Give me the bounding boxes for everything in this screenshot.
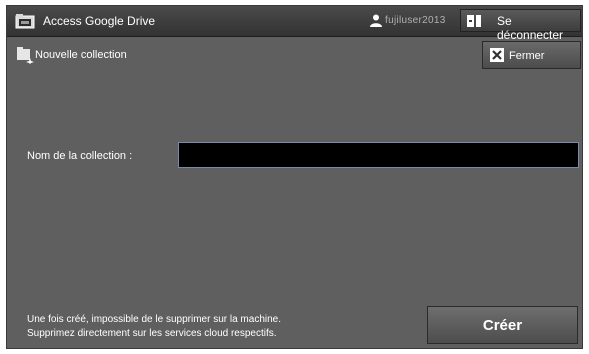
footer-note: Une fois créé, impossible de le supprime… (27, 313, 281, 341)
footer-note-line-1: Une fois créé, impossible de le supprime… (27, 314, 281, 325)
folder-computer-icon (15, 12, 35, 33)
logout-label: Se déconnecter (497, 14, 564, 42)
app-window: Access Google Drive fujiluser2013 Se déc… (6, 5, 583, 349)
logout-button[interactable]: Se déconnecter (460, 9, 581, 42)
title-bar: Access Google Drive fujiluser2013 Se déc… (7, 6, 582, 42)
collection-name-input[interactable] (178, 142, 579, 168)
page-title: Nouvelle collection (35, 49, 127, 61)
user-name: fujiluser2013 (385, 15, 446, 26)
close-label: Fermer (509, 50, 545, 62)
new-folder-icon (16, 46, 34, 67)
app-title: Access Google Drive (43, 14, 156, 28)
logout-icon (467, 15, 483, 30)
collection-name-label: Nom de la collection : (27, 150, 133, 162)
create-button[interactable]: Créer (427, 306, 578, 344)
sub-header: Nouvelle collection Fermer (7, 39, 582, 70)
user-icon (370, 14, 382, 30)
close-button[interactable]: Fermer (482, 41, 581, 69)
close-icon (490, 48, 504, 65)
footer-note-line-2: Supprimez directement sur les services c… (27, 328, 277, 339)
